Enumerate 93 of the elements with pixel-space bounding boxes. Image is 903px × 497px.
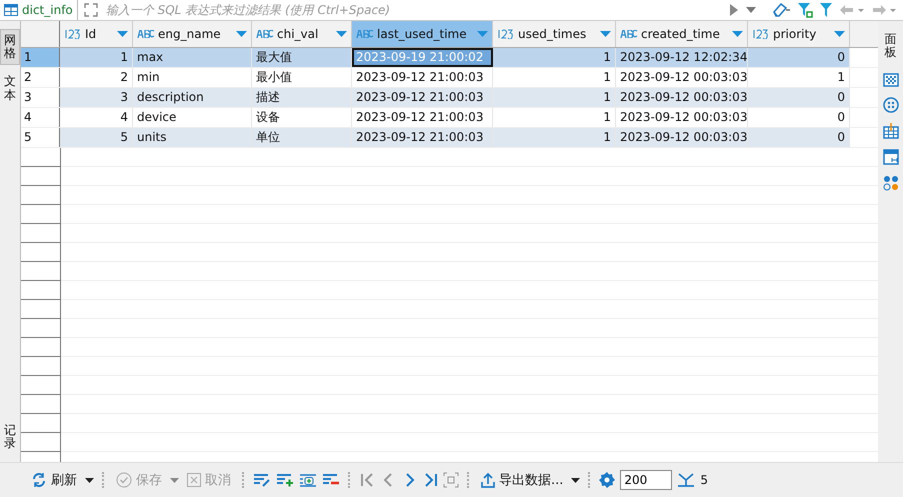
table-cell: min <box>133 68 252 87</box>
number-type-icon <box>64 29 82 39</box>
grid-icon[interactable] <box>882 123 898 140</box>
table-cell: max <box>133 48 252 67</box>
settings-icon[interactable] <box>599 472 616 488</box>
table-cell: 1 <box>60 48 133 67</box>
check-circle-icon <box>116 472 132 488</box>
table-cell: 0 <box>748 108 850 127</box>
table-cell: 1 <box>493 48 616 67</box>
column-header[interactable]: used_times <box>493 21 616 47</box>
table-cell: 1 <box>493 108 616 127</box>
table-cell: 设备 <box>252 108 352 127</box>
back-arrow-icon[interactable] <box>839 4 865 16</box>
table-cell: 1 <box>493 68 616 87</box>
table-cell: 2023-09-12 21:00:03 <box>352 68 493 87</box>
row-count: 5 <box>700 473 708 487</box>
filter-field[interactable]: 输入一个 SQL 表达式来过滤结果 (使用 Ctrl+Space) <box>104 0 723 20</box>
toggles-icon[interactable] <box>882 175 898 192</box>
side-tab[interactable]: 面板 <box>882 29 900 64</box>
text-type-icon <box>356 30 374 38</box>
table-cell: units <box>133 128 252 147</box>
filter-add-icon[interactable] <box>797 2 813 18</box>
table-cell: 描述 <box>252 88 352 107</box>
table-icon <box>4 4 18 16</box>
forward-arrow-icon[interactable] <box>871 4 897 16</box>
side-tab[interactable]: 记录 <box>1 420 19 454</box>
row-number[interactable]: 1 <box>21 48 60 67</box>
column-header[interactable]: created_time <box>616 21 748 47</box>
number-type-icon <box>497 29 515 39</box>
checker-icon[interactable] <box>882 73 898 88</box>
table-cell: 5 <box>60 128 133 147</box>
table-cell: 0 <box>748 88 850 107</box>
table-cell: 2 <box>60 68 133 87</box>
row-number[interactable]: 4 <box>21 108 60 127</box>
text-type-icon <box>137 30 155 38</box>
column-header[interactable]: eng_name <box>133 21 252 47</box>
refresh-button[interactable]: 刷新 <box>28 469 80 491</box>
text-type-icon <box>620 30 638 38</box>
table-cell: 2023-09-12 00:03:03 <box>616 108 748 127</box>
caret-icon[interactable] <box>571 478 580 482</box>
table-cell: device <box>133 108 252 127</box>
upload-icon <box>481 472 495 488</box>
table-cell: 4 <box>60 108 133 127</box>
table-cell: 2023-09-12 21:00:03 <box>352 88 493 107</box>
dropdown-icon[interactable] <box>745 6 757 14</box>
side-tab[interactable]: 网格 <box>0 29 20 66</box>
table-cell: 最大值 <box>252 48 352 67</box>
fit-icon[interactable] <box>443 472 459 488</box>
table-cell: 0 <box>748 48 850 67</box>
add-row-icon[interactable] <box>276 473 294 487</box>
sort-icon[interactable] <box>117 31 128 37</box>
table-cell: 1 <box>493 88 616 107</box>
table-cell: 2023-09-12 00:03:03 <box>616 68 748 87</box>
table-cell: 2023-09-12 21:00:03 <box>352 128 493 147</box>
filter-icon[interactable] <box>819 2 833 18</box>
button-icon[interactable] <box>882 97 898 114</box>
table-cell: 3 <box>60 88 133 107</box>
eraser-icon[interactable] <box>771 2 791 18</box>
table-cell: 1 <box>493 128 616 147</box>
table-cell: 2023-09-12 12:02:34 <box>616 48 748 67</box>
copy-row-icon[interactable] <box>299 473 317 487</box>
refresh-icon <box>31 472 47 488</box>
sort-icon[interactable] <box>732 31 743 37</box>
side-tab[interactable]: 文本 <box>1 71 19 106</box>
text-type-icon <box>256 30 274 38</box>
edit-row-icon[interactable] <box>253 473 271 487</box>
play-icon[interactable] <box>729 3 739 17</box>
table-cell: 2023-09-12 00:03:03 <box>616 88 748 107</box>
column-header[interactable]: priority <box>748 21 850 47</box>
table-cell: description <box>133 88 252 107</box>
table-cell: 2023-09-19 21:00:02 <box>352 48 493 67</box>
fetch-size-field[interactable]: 200 <box>620 470 672 490</box>
export-button[interactable]: 导出数据... <box>478 469 566 491</box>
expand-icon[interactable] <box>84 3 98 17</box>
cross-box-icon <box>187 473 201 487</box>
fetch-all-icon[interactable] <box>677 472 696 488</box>
table-cell: 1 <box>748 68 850 87</box>
sort-icon[interactable] <box>600 31 611 37</box>
sort-icon[interactable] <box>834 31 845 37</box>
delete-row-icon[interactable] <box>322 473 340 487</box>
row-number[interactable]: 2 <box>21 68 60 87</box>
sort-icon[interactable] <box>236 31 247 37</box>
table-cell: 最小值 <box>252 68 352 87</box>
layout-icon[interactable] <box>882 149 898 166</box>
caret-icon[interactable] <box>85 478 94 482</box>
table-cell: 0 <box>748 128 850 147</box>
sort-icon[interactable] <box>336 31 347 37</box>
column-header[interactable]: last_used_time <box>352 21 493 47</box>
number-type-icon <box>752 29 770 39</box>
table-cell: 2023-09-12 00:03:03 <box>616 128 748 147</box>
column-header[interactable]: Id <box>60 21 133 47</box>
table-cell: 2023-09-12 21:00:03 <box>352 108 493 127</box>
table-cell: 单位 <box>252 128 352 147</box>
